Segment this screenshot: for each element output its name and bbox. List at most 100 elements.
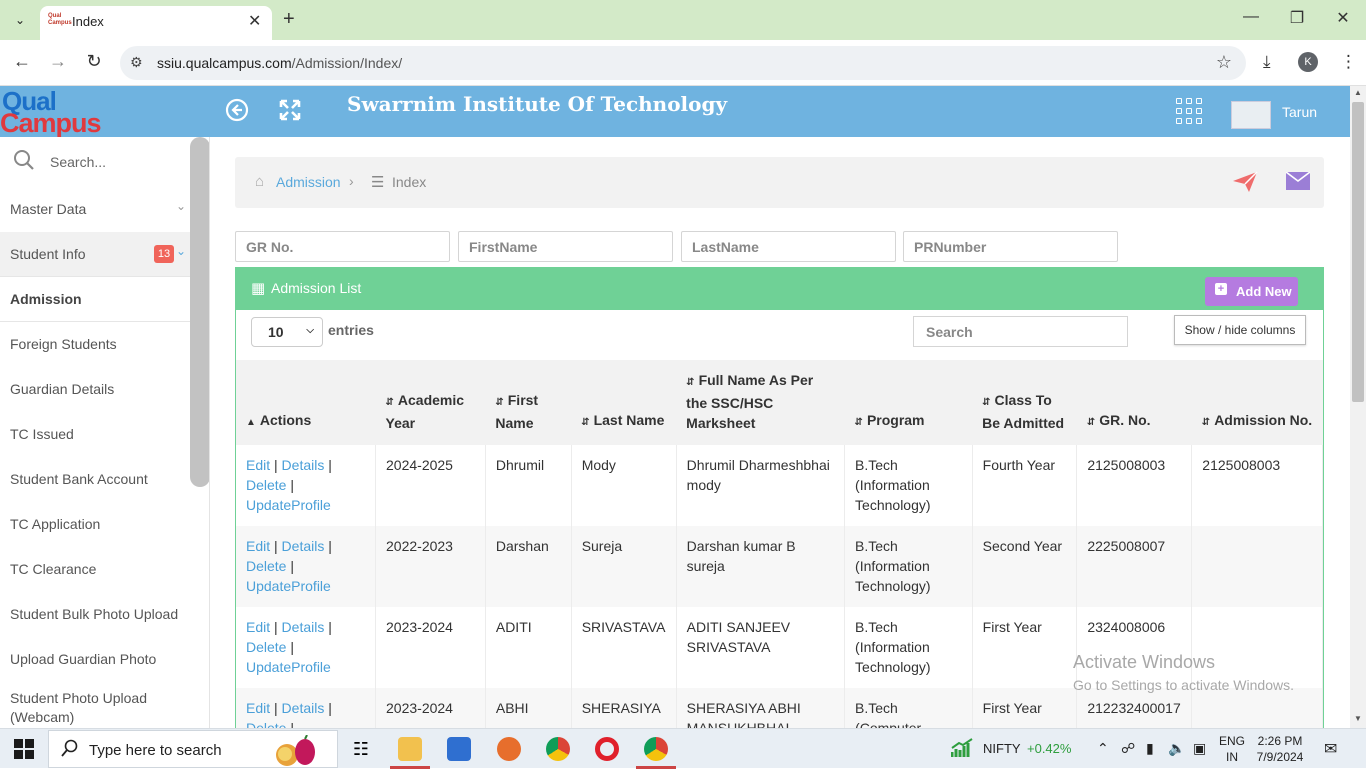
user-avatar[interactable] (1231, 101, 1271, 129)
qualcampus-logo[interactable]: Qual Campus (0, 86, 210, 138)
notification-icon[interactable]: ✉ (1324, 739, 1337, 759)
network-icon[interactable]: ☍ (1121, 740, 1135, 757)
restore-icon[interactable]: ❐ (1274, 8, 1320, 28)
fullscreen-icon[interactable] (278, 98, 302, 129)
gr-no-filter-input[interactable]: GR No. (235, 231, 450, 262)
scrollbar-thumb[interactable] (1352, 102, 1364, 402)
edit-link[interactable]: Edit (246, 700, 270, 716)
sidebar-item-guardian-details[interactable]: Guardian Details (0, 367, 200, 412)
bookmark-star-icon[interactable]: ☆ (1216, 52, 1232, 73)
col-first-name[interactable]: ⇵ First Name (485, 360, 571, 445)
tab-close-icon[interactable]: ✕ (248, 11, 261, 31)
edit-link[interactable]: Edit (246, 457, 270, 473)
details-link[interactable]: Details (282, 700, 325, 716)
sidebar-item-tc-clearance[interactable]: TC Clearance (0, 547, 200, 592)
window-close-icon[interactable]: ✕ (1320, 8, 1366, 28)
profile-avatar[interactable]: K (1298, 52, 1318, 72)
sidebar-item-master-data[interactable]: Master Data ⌄ (0, 187, 200, 232)
chrome-profile-icon[interactable] (644, 737, 668, 761)
scroll-up-icon[interactable]: ▲ (1354, 88, 1362, 97)
taskbar-search[interactable]: Type here to search (48, 730, 338, 768)
reload-icon[interactable]: ↻ (82, 51, 106, 72)
add-new-button[interactable]: + Add New (1205, 277, 1298, 306)
mail-icon[interactable] (1285, 170, 1311, 196)
update-profile-link[interactable]: UpdateProfile (246, 659, 331, 675)
delete-link[interactable]: Delete (246, 558, 286, 574)
scroll-down-icon[interactable]: ▼ (1354, 714, 1362, 723)
col-admission-no[interactable]: ⇵ Admission No. (1192, 360, 1323, 445)
opera-icon[interactable] (595, 737, 619, 761)
col-last-name[interactable]: ⇵ Last Name (571, 360, 676, 445)
nifty-label[interactable]: NIFTY (983, 741, 1021, 756)
edit-link[interactable]: Edit (246, 619, 270, 635)
language-indicator[interactable]: ENG IN (1219, 733, 1245, 765)
edit-link[interactable]: Edit (246, 538, 270, 554)
update-profile-link[interactable]: UpdateProfile (246, 497, 331, 513)
browser-tab[interactable]: Qual Campus Index ✕ (40, 6, 272, 40)
sidebar-item-student-info[interactable]: Student Info 13 ⌄ (0, 232, 200, 277)
sidebar-item-bulk-photo-upload[interactable]: Student Bulk Photo Upload (0, 592, 200, 637)
apps-grid-icon[interactable] (1176, 98, 1202, 124)
plus-icon: + (1215, 283, 1227, 295)
col-class[interactable]: ⇵ Class To Be Admitted (972, 360, 1077, 445)
firefox-icon[interactable] (497, 737, 521, 761)
minimize-icon[interactable]: — (1228, 8, 1274, 26)
file-explorer-icon[interactable] (398, 737, 422, 761)
col-actions[interactable]: ▲ Actions (236, 360, 376, 445)
sidebar-scrollbar[interactable] (190, 137, 209, 487)
sidebar-search[interactable]: Search... (0, 137, 190, 187)
tray-chevron-up-icon[interactable]: ⌃ (1097, 740, 1109, 757)
task-view-icon[interactable]: ☷ (349, 737, 373, 761)
pr-number-filter-input[interactable]: PRNumber (903, 231, 1118, 262)
download-icon[interactable]: ⤓ (1263, 52, 1271, 72)
display-icon[interactable]: ▣ (1193, 740, 1206, 757)
col-full-name[interactable]: ⇵ Full Name As Per the SSC/HSC Marksheet (676, 360, 844, 445)
sidebar-item-photo-upload-webcam[interactable]: Student Photo Upload (Webcam) (0, 682, 200, 728)
sidebar-item-student-bank-account[interactable]: Student Bank Account (0, 457, 200, 502)
page-scrollbar[interactable]: ▲ ▼ (1350, 86, 1366, 728)
breadcrumb-admission-link[interactable]: Admission (276, 174, 341, 190)
forward-icon[interactable]: → (46, 51, 70, 72)
sidebar-item-tc-application[interactable]: TC Application (0, 502, 200, 547)
tab-search-dropdown-icon[interactable]: ⌄ (8, 8, 32, 32)
sidebar-item-upload-guardian-photo[interactable]: Upload Guardian Photo (0, 637, 200, 682)
last-name-filter-input[interactable]: LastName (681, 231, 896, 262)
delete-link[interactable]: Delete (246, 639, 286, 655)
col-gr-no[interactable]: ⇵ GR. No. (1077, 360, 1192, 445)
show-hide-columns-button[interactable]: Show / hide columns (1174, 315, 1306, 345)
delete-link[interactable]: Delete (246, 720, 286, 728)
sort-icon: ⇵ (854, 417, 863, 428)
chrome-icon[interactable] (546, 737, 570, 761)
details-link[interactable]: Details (282, 457, 325, 473)
user-name[interactable]: Tarun (1282, 104, 1317, 120)
col-academic-year[interactable]: ⇵ Academic Year (376, 360, 486, 445)
delete-link[interactable]: Delete (246, 477, 286, 493)
sidebar-item-admission[interactable]: Admission (0, 277, 200, 322)
first-name-filter-input[interactable]: FirstName (458, 231, 673, 262)
sidebar: Search... Master Data ⌄ Student Info 13 … (0, 137, 210, 728)
details-link[interactable]: Details (282, 538, 325, 554)
new-tab-icon[interactable]: + (283, 8, 295, 31)
sidebar-search-input[interactable]: Search... (50, 154, 106, 170)
nifty-value[interactable]: +0.42% (1027, 741, 1071, 756)
page-length-select[interactable]: 10 ⌵ (251, 317, 323, 347)
sort-icon: ⇵ (581, 417, 590, 428)
sidebar-item-foreign-students[interactable]: Foreign Students (0, 322, 200, 367)
menu-kebab-icon[interactable]: ⋮ (1340, 52, 1357, 72)
details-link[interactable]: Details (282, 619, 325, 635)
collapse-sidebar-icon[interactable] (225, 98, 249, 129)
taskbar-clock[interactable]: 2:26 PM 7/9/2024 (1251, 733, 1309, 765)
table-search-input[interactable]: Search (913, 316, 1128, 347)
col-program[interactable]: ⇵ Program (845, 360, 973, 445)
store-icon[interactable] (447, 737, 471, 761)
site-info-icon[interactable]: ⚙ (130, 54, 143, 71)
sidebar-item-tc-issued[interactable]: TC Issued (0, 412, 200, 457)
volume-icon[interactable]: 🔈 (1168, 740, 1185, 757)
paper-plane-icon[interactable] (1232, 171, 1258, 199)
search-highlight-fruit-icon (276, 735, 315, 766)
windows-start-icon[interactable] (14, 739, 34, 759)
back-icon[interactable]: ← (10, 51, 34, 72)
update-profile-link[interactable]: UpdateProfile (246, 578, 331, 594)
url-field[interactable]: ⚙ ssiu.qualcampus.com/Admission/Index/ ☆ (120, 46, 1246, 80)
battery-icon[interactable]: ▮ (1146, 740, 1154, 757)
